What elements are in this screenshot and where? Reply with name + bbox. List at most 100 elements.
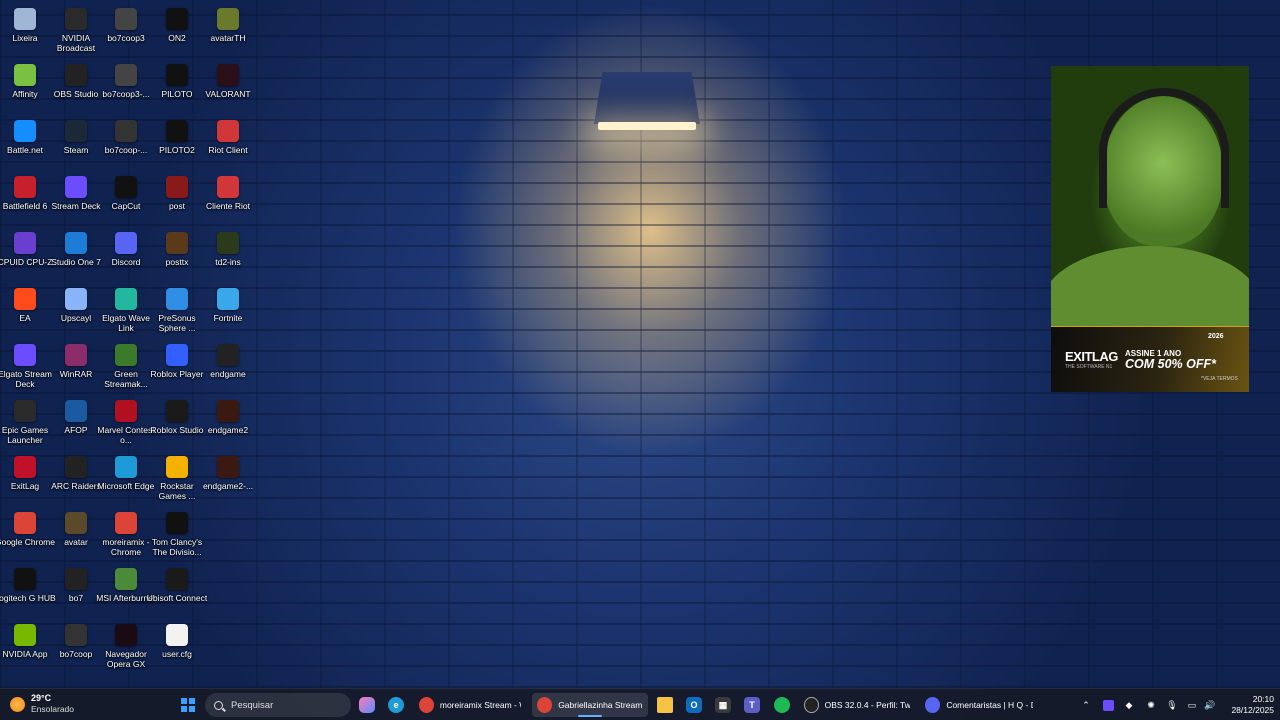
desktop-icon[interactable]: Battlefield 6 <box>0 172 50 226</box>
chrome-icon <box>537 697 553 713</box>
network-icon[interactable]: ▭ <box>1185 697 1199 713</box>
copilot-button[interactable] <box>358 693 376 717</box>
desktop-icon[interactable]: post <box>152 172 202 226</box>
search-icon <box>214 700 223 710</box>
desktop-icon[interactable]: PreSonus Sphere ... <box>152 284 202 338</box>
tray-settings-icon[interactable]: ✺ <box>1144 697 1158 713</box>
desktop-icon[interactable]: ON2 <box>152 4 202 58</box>
search-box[interactable]: Pesquisar <box>205 693 351 717</box>
outlook-button[interactable]: O <box>685 693 703 717</box>
desktop-icon[interactable]: PILOTO2 <box>152 116 202 170</box>
taskbar-window-2[interactable]: OBS 32.0.4 - Perfil: Twitc <box>799 693 915 717</box>
presonus-icon <box>166 288 188 310</box>
desktop-icon[interactable]: endgame2 <box>203 396 253 450</box>
desktop-icon[interactable]: VALORANT <box>203 60 253 114</box>
desktop-icon[interactable]: bo7coop <box>51 620 101 674</box>
desktop-icon[interactable]: Elgato Stream Deck <box>0 340 52 394</box>
stream-deck-icon <box>65 176 87 198</box>
desktop-icon[interactable]: Ubisoft Connect <box>147 564 207 618</box>
desktop-icon[interactable]: PILOTO <box>152 60 202 114</box>
microphone-icon[interactable]: 🎙 <box>1165 697 1179 713</box>
desktop-icon[interactable]: Lixeira <box>0 4 50 58</box>
desktop-icon[interactable]: Marvel Contest o... <box>97 396 155 450</box>
file-explorer-button[interactable] <box>656 693 674 717</box>
taskbar-window-0[interactable]: moreiramix Stream - W <box>414 693 526 717</box>
desktop-icon[interactable]: Affinity <box>0 60 50 114</box>
desktop-icon[interactable]: posttx <box>152 228 202 282</box>
system-clock[interactable]: 20:10 28/12/2025 <box>1222 694 1274 716</box>
desktop-icon[interactable]: WinRAR <box>51 340 101 394</box>
tray-app-icon[interactable] <box>1101 697 1115 713</box>
desktop-icon[interactable]: Google Chrome <box>0 508 55 562</box>
desktop-icon[interactable]: bo7coop3 <box>101 4 151 58</box>
teams-button[interactable]: T <box>743 693 761 717</box>
game-shortcut-icon <box>115 64 137 86</box>
wallpaper-lamp <box>588 72 706 134</box>
desktop-icon[interactable]: Battle.net <box>0 116 50 170</box>
spotify-button[interactable] <box>773 693 791 717</box>
start-button[interactable] <box>178 693 198 717</box>
affinity-icon <box>14 64 36 86</box>
desktop-icon[interactable]: EA <box>0 284 50 338</box>
game-shortcut-icon <box>217 232 239 254</box>
desktop-icon[interactable]: bo7 <box>51 564 101 618</box>
desktop-icon[interactable]: bo7coop3-... <box>101 60 151 114</box>
desktop-icon[interactable]: AFOP <box>51 396 101 450</box>
desktop-icon[interactable]: NVIDIA Broadcast <box>51 4 101 58</box>
desktop-icon[interactable]: avatar <box>51 508 101 562</box>
tray-overflow-chevron-icon[interactable]: ⌃ <box>1080 697 1092 713</box>
search-placeholder: Pesquisar <box>231 699 274 711</box>
taskbar-window-3[interactable]: Comentaristas | H Q - D <box>920 693 1038 717</box>
taskbar-window-1[interactable]: Gabriellazinha Stream - <box>532 693 648 717</box>
desktop-icon[interactable]: Rockstar Games ... <box>152 452 202 506</box>
desktop-icon[interactable]: Navegador Opera GX <box>101 620 151 674</box>
desktop-icon[interactable]: Roblox Player <box>151 340 203 394</box>
desktop-icon[interactable]: user.cfg <box>152 620 202 674</box>
fortnite-icon <box>217 288 239 310</box>
desktop-icon[interactable]: NVIDIA App <box>0 620 50 674</box>
desktop-icon[interactable]: Studio One 7 <box>51 228 101 282</box>
desktop-icon[interactable]: ARC Raiders <box>51 452 101 506</box>
winrar-icon <box>65 344 87 366</box>
desktop-icon[interactable]: bo7coop-... <box>101 116 151 170</box>
edge-taskbar-button[interactable]: e <box>387 693 405 717</box>
desktop-icon[interactable]: Steam <box>51 116 101 170</box>
desktop-icon[interactable]: CPUID CPU-Z <box>0 228 52 282</box>
desktop-icon-label: td2-ins <box>215 257 241 267</box>
desktop-icon[interactable]: Epic Games Launcher <box>0 396 50 450</box>
desktop-icon[interactable]: Upscayl <box>51 284 101 338</box>
desktop-icon-label: VALORANT <box>205 89 251 99</box>
desktop-icon[interactable]: MSI Afterburner <box>96 564 156 618</box>
desktop-icon[interactable]: Stream Deck <box>51 172 101 226</box>
desktop-icon[interactable]: td2-ins <box>203 228 253 282</box>
game-shortcut-icon <box>115 344 137 366</box>
desktop-icon-label: user.cfg <box>162 649 192 659</box>
game-shortcut-icon <box>166 232 188 254</box>
desktop-icon[interactable]: OBS Studio <box>51 60 101 114</box>
desktop-icon-label: endgame <box>210 369 246 379</box>
desktop-icon[interactable]: moreiramix - Chrome <box>101 508 151 562</box>
desktop-icon[interactable]: endgame2-... <box>203 452 253 506</box>
desktop-icon[interactable]: Elgato Wave Link <box>101 284 151 338</box>
desktop-icon[interactable]: endgame <box>203 340 253 394</box>
volume-icon[interactable]: 🔊 <box>1203 697 1217 713</box>
desktop-icon[interactable]: Riot Client <box>203 116 253 170</box>
tray-shield-icon[interactable]: ◆ <box>1122 697 1136 713</box>
desktop-icon[interactable]: Roblox Studio <box>151 396 203 450</box>
desktop-icon[interactable]: Cliente Riot <box>203 172 253 226</box>
store-button[interactable]: ▦ <box>714 693 732 717</box>
desktop-icon[interactable]: CapCut <box>101 172 151 226</box>
desktop-icon[interactable]: Tom Clancy's The Divisio... <box>152 508 202 562</box>
weather-widget[interactable]: 29°C Ensolarado <box>10 693 74 715</box>
cpuz-icon <box>14 232 36 254</box>
desktop-icon[interactable]: Green Streamak... <box>101 340 151 394</box>
desktop-icon[interactable]: Fortnite <box>203 284 253 338</box>
desktop-icon[interactable]: Microsoft Edge <box>98 452 154 506</box>
desktop-icon[interactable]: Logitech G HUB <box>0 564 56 618</box>
desktop-icon[interactable]: avatarTH <box>203 4 253 58</box>
epic-games-icon <box>14 400 36 422</box>
store-icon: ▦ <box>715 697 731 713</box>
desktop-icon[interactable]: Discord <box>101 228 151 282</box>
desktop-icon[interactable]: ExitLag <box>0 452 50 506</box>
game-shortcut-icon <box>65 512 87 534</box>
